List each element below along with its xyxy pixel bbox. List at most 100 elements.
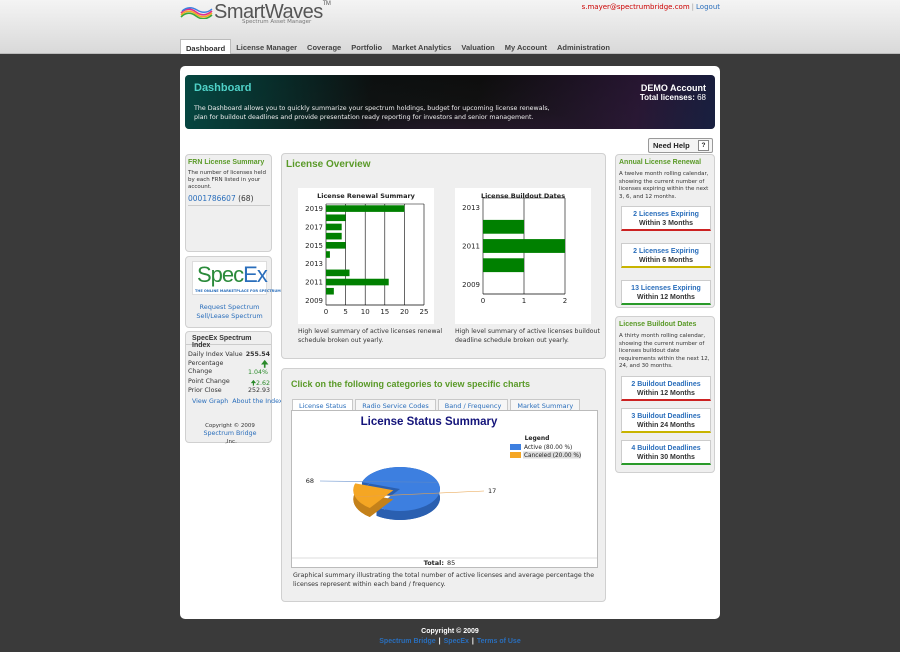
need-help-label: Need Help xyxy=(653,141,690,150)
footer: Copyright © 2009 Spectrum Bridge | SpecEx |… xyxy=(0,628,900,645)
nav-tab-market-analytics[interactable]: Market Analytics xyxy=(387,39,456,54)
button-line-2: Within 3 Months xyxy=(639,220,693,227)
frn-divider xyxy=(188,205,270,206)
about-index-link[interactable]: About the Index xyxy=(232,398,282,405)
logout-link[interactable]: Logout xyxy=(696,3,720,11)
top-bar: SmartWavesTM Spectrum Asset Manager s.ma… xyxy=(0,0,900,54)
pie-data-label: 68 xyxy=(306,477,314,485)
buildout-panel-title: License Buildout Dates xyxy=(619,321,697,328)
smartwaves-logo[interactable]: SmartWavesTM Spectrum Asset Manager xyxy=(180,1,331,26)
buildout-24-months-button[interactable]: 3 Buildout Deadlines Within 24 Months xyxy=(621,408,711,433)
nav-tab-my-account[interactable]: My Account xyxy=(500,39,552,54)
buildout-x-tick-label: 1 xyxy=(522,297,526,305)
request-spectrum-link[interactable]: Request Spectrum xyxy=(186,303,273,311)
expiring-6-months-button[interactable]: 2 Licenses Expiring Within 6 Months xyxy=(621,243,711,268)
index-label: Percentage Change xyxy=(188,360,224,375)
buildout-dates-svg: License Buildout Dates 0 1 2 2013 2011 2009 xyxy=(462,192,567,305)
renewal-chart-caption: High level summary of active licenses re… xyxy=(298,328,443,344)
view-graph-link[interactable]: View Graph xyxy=(192,398,228,405)
renewal-title: License Renewal Summary xyxy=(317,192,416,200)
specex-logo[interactable]: SpecEx THE ONLINE MARKETPLACE FOR SPECTR… xyxy=(192,261,281,295)
nav-tab-coverage[interactable]: Coverage xyxy=(302,39,346,54)
legend-swatch xyxy=(510,452,521,458)
page-title: Dashboard xyxy=(194,82,252,94)
buildout-30-months-button[interactable]: 4 Buildout Deadlines Within 30 Months xyxy=(621,440,711,465)
renewal-bar xyxy=(326,232,342,240)
button-line-1: 13 Licenses Expiring xyxy=(631,285,701,292)
license-status-chart: License Status Summary Legend Active (80.0… xyxy=(291,410,598,568)
renewal-x-tick-label: 0 xyxy=(324,308,328,316)
tab-radio-service-codes[interactable]: Radio Service Codes xyxy=(355,399,436,410)
footer-link-specex[interactable]: SpecEx xyxy=(444,638,469,645)
need-help-button[interactable]: Need Help ? xyxy=(648,138,713,153)
footer-link-spectrum-bridge[interactable]: Spectrum Bridge xyxy=(379,638,435,645)
nav-tab-portfolio[interactable]: Portfolio xyxy=(346,39,387,54)
buildout-dates-panel: License Buildout Dates A thirty month ro… xyxy=(615,316,715,473)
tab-band-frequency[interactable]: Band / Frequency xyxy=(437,399,509,410)
buildout-dates-chart[interactable]: License Buildout Dates 0 1 2 2013 2011 2009 xyxy=(455,188,591,324)
index-label: Point Change xyxy=(188,378,230,385)
button-line-2: Within 24 Months xyxy=(637,422,695,429)
spectrum-bridge-link[interactable]: Spectrum Bridge xyxy=(203,430,256,437)
renewal-bar xyxy=(326,223,342,231)
tab-license-status[interactable]: License Status xyxy=(292,399,354,410)
frn-panel-title: FRN License Summary xyxy=(188,159,265,166)
nav-tab-valuation[interactable]: Valuation xyxy=(456,39,499,54)
expiring-12-months-button[interactable]: 13 Licenses Expiring Within 12 Months xyxy=(621,280,711,305)
renewal-y-tick-label: 2011 xyxy=(305,279,323,287)
frn-entry: 0001786607 (68) xyxy=(188,194,254,203)
category-tabs: License Status Radio Service Codes Band … xyxy=(292,399,582,410)
pie-total-value: 85 xyxy=(447,559,455,567)
legend-title: Legend xyxy=(525,435,550,442)
brand-subtitle: Spectrum Asset Manager xyxy=(242,19,312,25)
renewal-x-tick-label: 5 xyxy=(343,308,347,316)
renewal-bar xyxy=(326,287,334,295)
footer-separator: | xyxy=(471,638,474,645)
buildout-panel-description: A thirty month rolling calendar, showing… xyxy=(619,333,710,369)
renewal-bar xyxy=(326,251,330,258)
index-links: View Graph About the Index xyxy=(192,398,283,405)
license-overview-panel: License Overview License Renewal Summary… xyxy=(281,153,606,359)
button-line-1: 2 Buildout Deadlines xyxy=(631,381,701,388)
button-line-1: 3 Buildout Deadlines xyxy=(631,413,701,420)
buildout-x-tick-label: 2 xyxy=(563,297,567,305)
user-links: s.mayer@spectrumbridge.com | Logout xyxy=(582,3,720,11)
renewal-y-tick-label: 2017 xyxy=(305,223,323,231)
frn-panel-description: The number of licenses held by each FRN … xyxy=(188,170,266,190)
status-chart-caption: Graphical summary illustrating the total… xyxy=(293,572,595,588)
button-line-2: Within 30 Months xyxy=(637,454,695,461)
nav-tab-license-manager[interactable]: License Manager xyxy=(231,39,302,54)
index-row-percentage: Percentage Change xyxy=(188,360,243,376)
buildout-x-tick-label: 0 xyxy=(481,297,485,305)
renewal-y-tick-label: 2013 xyxy=(305,260,323,268)
index-label: Prior Close xyxy=(188,387,222,394)
sell-lease-spectrum-link[interactable]: Sell/Lease Spectrum xyxy=(186,312,273,320)
frn-license-summary-panel: FRN License Summary The number of licens… xyxy=(185,154,272,252)
specex-panel: SpecEx THE ONLINE MARKETPLACE FOR SPECTR… xyxy=(185,256,281,328)
buildout-bar xyxy=(483,258,524,273)
index-label: Daily Index Value xyxy=(188,351,243,358)
user-email-link[interactable]: s.mayer@spectrumbridge.com xyxy=(582,3,690,11)
account-summary: DEMO Account Total licenses: 68 xyxy=(640,83,706,102)
nav-tab-administration[interactable]: Administration xyxy=(552,39,615,54)
nav-tab-dashboard[interactable]: Dashboard xyxy=(180,39,232,54)
renewal-y-tick-label: 2015 xyxy=(305,242,323,250)
buildout-bar xyxy=(483,219,524,234)
expiring-3-months-button[interactable]: 2 Licenses Expiring Within 3 Months xyxy=(621,206,711,231)
button-line-2: Within 6 Months xyxy=(639,257,693,264)
index-row-point: Point Change 🠉2.62 xyxy=(188,378,270,387)
license-overview-title: License Overview xyxy=(286,159,371,170)
total-licenses-value: 68 xyxy=(697,93,706,102)
renewal-x-tick-label: 10 xyxy=(361,308,370,316)
tab-market-summary[interactable]: Market Summary xyxy=(510,399,581,410)
waves-logo-icon xyxy=(180,7,213,19)
annual-renewal-panel: Annual License Renewal A twelve month ro… xyxy=(615,154,715,308)
renewal-x-tick-label: 25 xyxy=(420,308,429,316)
frn-count: (68) xyxy=(238,194,254,203)
buildout-12-months-button[interactable]: 2 Buildout Deadlines Within 12 Months xyxy=(621,376,711,401)
renewal-summary-chart[interactable]: License Renewal Summary 0 5 10 15 20 25 2019 201… xyxy=(298,188,434,324)
frn-number-link[interactable]: 0001786607 xyxy=(188,194,236,203)
pie-total-label: Total: xyxy=(424,559,444,567)
footer-link-terms[interactable]: Terms of Use xyxy=(477,638,521,645)
account-name: DEMO Account xyxy=(640,83,706,93)
